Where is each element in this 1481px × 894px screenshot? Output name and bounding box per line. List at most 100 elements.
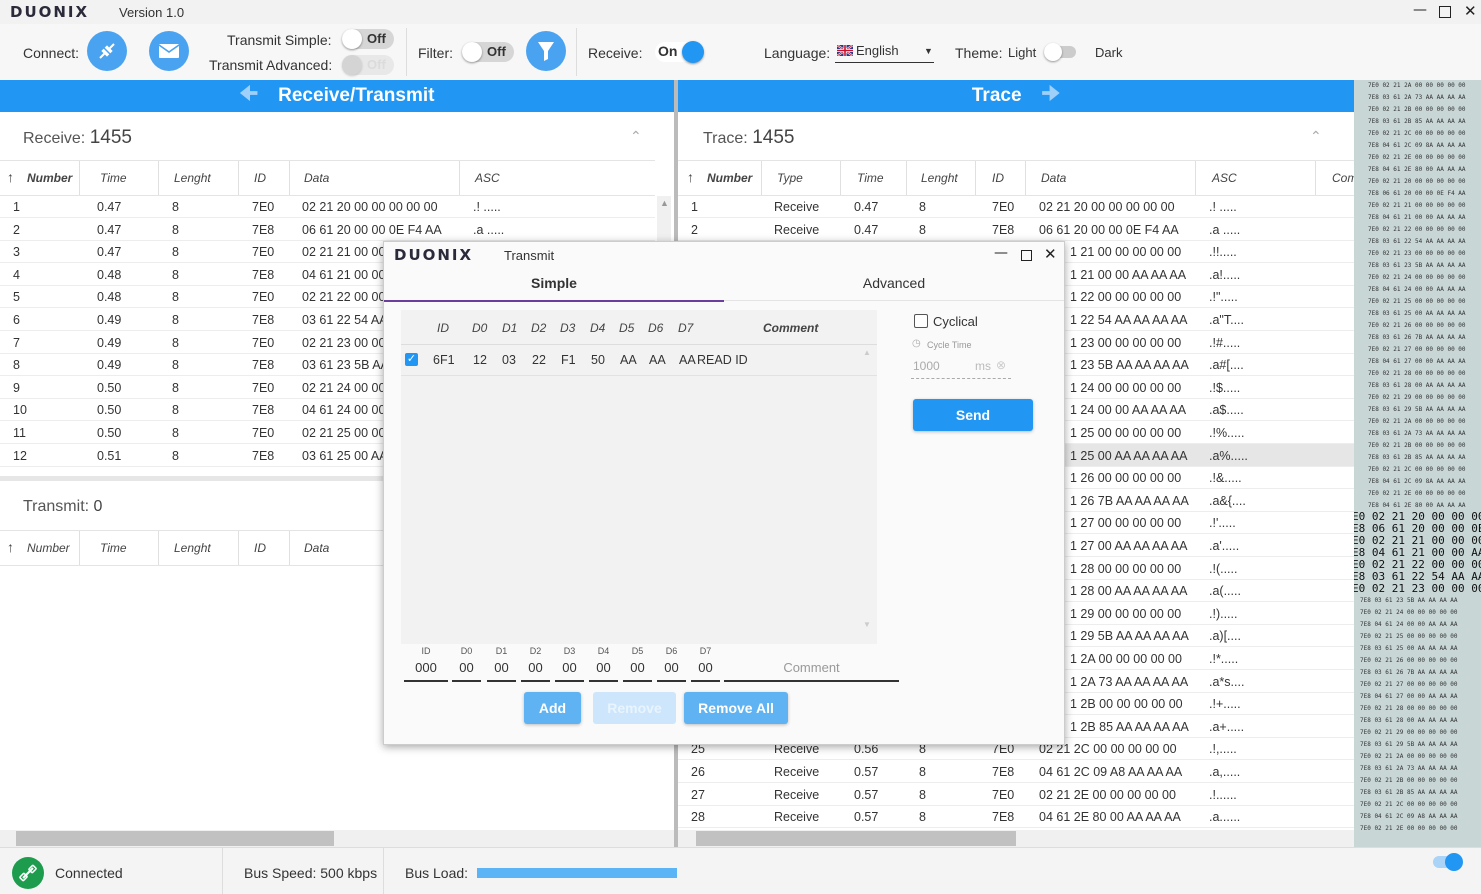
sort-arrow-up-icon[interactable]: ↑ bbox=[7, 169, 14, 185]
sort-arrow-up-icon[interactable]: ↑ bbox=[7, 539, 14, 555]
table-row[interactable]: 2 0.47 8 7E8 06 61 20 00 00 0E F4 AA .a ..... bbox=[0, 218, 655, 241]
add-button[interactable]: Add bbox=[524, 692, 581, 724]
col-type[interactable]: Type bbox=[777, 171, 803, 185]
scroll-thumb[interactable] bbox=[16, 831, 334, 846]
scroll-up-icon[interactable]: ▲ bbox=[660, 198, 669, 208]
clear-icon[interactable]: ⊗ bbox=[996, 358, 1006, 372]
row-checkbox[interactable]: ✓ bbox=[405, 353, 418, 366]
hex-line: 7E0 02 21 2A 00 00 00 00 00 bbox=[1368, 82, 1466, 89]
byte-input[interactable]: 00 bbox=[657, 660, 686, 682]
dialog-title: Transmit bbox=[504, 248, 555, 263]
theme-toggle[interactable] bbox=[1044, 43, 1076, 61]
cyclical-checkbox[interactable] bbox=[914, 314, 928, 328]
byte-input[interactable]: 000 bbox=[404, 660, 448, 682]
table-row[interactable]: 28 Receive 0.57 8 7E8 04 61 2E 80 00 AA AA AA… bbox=[678, 805, 1354, 829]
sort-arrow-up-icon[interactable]: ↑ bbox=[687, 169, 694, 185]
status-toggle[interactable] bbox=[1433, 853, 1463, 871]
arrow-left-icon[interactable]: 🠈 bbox=[240, 79, 259, 113]
transmit-advanced-toggle[interactable]: Off bbox=[342, 55, 394, 75]
col-data[interactable]: Data bbox=[304, 171, 329, 185]
table-row[interactable]: 27 Receive 0.57 8 7E0 02 21 2E 00 00 00 00 00… bbox=[678, 783, 1354, 806]
table-cell: .!"..... bbox=[1209, 290, 1238, 305]
byte-input[interactable]: 00 bbox=[555, 660, 584, 682]
hex-line: 7E0 02 21 27 00 00 00 00 00 bbox=[1368, 346, 1466, 353]
h-scrollbar-left[interactable] bbox=[0, 830, 674, 847]
byte-input[interactable]: 00 bbox=[623, 660, 652, 682]
table-cell: 02 21 22 00 00 bbox=[302, 290, 386, 305]
col-comment[interactable]: Com bbox=[1332, 171, 1354, 185]
table-cell: .!,..... bbox=[1209, 742, 1237, 757]
hex-line: 7E8 03 61 29 5B AA AA AA AA bbox=[1368, 406, 1466, 413]
tab-advanced[interactable]: Advanced bbox=[724, 270, 1064, 301]
col-length[interactable]: Lenght bbox=[174, 541, 211, 555]
collapse-icon[interactable]: ⌃ bbox=[630, 128, 642, 145]
minimize-icon[interactable]: — bbox=[1413, 2, 1427, 18]
message-list-header: ID D0 D1 D2 D3 D4 D5 D6 D7 Comment bbox=[401, 310, 877, 345]
col-number[interactable]: Number bbox=[27, 171, 72, 185]
cycle-time-input[interactable]: 1000 ms ⊗ bbox=[911, 356, 1011, 379]
transmit-simple-toggle[interactable]: Off bbox=[342, 29, 394, 49]
col-data[interactable]: Data bbox=[1041, 171, 1066, 185]
transmit-button[interactable] bbox=[149, 31, 189, 71]
table-row[interactable]: 1 Receive 0.47 8 7E0 02 21 20 00 00 00 00 00.… bbox=[678, 195, 1354, 218]
col-length[interactable]: Lenght bbox=[174, 171, 211, 185]
connect-button[interactable] bbox=[87, 31, 127, 71]
minimize-icon[interactable]: — bbox=[994, 245, 1008, 261]
col-asc[interactable]: ASC bbox=[475, 171, 500, 185]
close-icon[interactable]: ✕ bbox=[1464, 2, 1477, 20]
col-data[interactable]: Data bbox=[304, 541, 329, 555]
message-row[interactable]: ✓ 6F1 12 03 22 F1 50 AA AA AA READ ID bbox=[401, 345, 877, 376]
col-time[interactable]: Time bbox=[100, 171, 127, 185]
col-number[interactable]: Number bbox=[707, 171, 752, 185]
table-row[interactable]: 2 Receive 0.47 8 7E8 06 61 20 00 00 0E F4 AA.… bbox=[678, 218, 1354, 241]
receive-toggle[interactable]: On bbox=[655, 41, 705, 63]
table-row[interactable]: 1 0.47 8 7E0 02 21 20 00 00 00 00 00 .! ..... bbox=[0, 195, 655, 218]
table-cell: 8 bbox=[172, 313, 179, 327]
table-cell: 6 bbox=[13, 313, 20, 327]
col-id[interactable]: ID bbox=[992, 171, 1004, 185]
remove-button[interactable]: Remove bbox=[593, 692, 676, 724]
col-id[interactable]: ID bbox=[254, 171, 266, 185]
scroll-up-icon[interactable]: ▲ bbox=[863, 348, 871, 357]
col-d4: D4 bbox=[590, 321, 606, 335]
scroll-down-icon[interactable]: ▼ bbox=[863, 620, 871, 629]
col-length[interactable]: Lenght bbox=[921, 171, 958, 185]
hex-lines-bottom: 7E8 03 61 23 5B AA AA AA AA 7E0 02 21 24 … bbox=[1360, 595, 1458, 835]
send-button[interactable]: Send bbox=[913, 399, 1033, 431]
col-id[interactable]: ID bbox=[254, 541, 266, 555]
tab-simple[interactable]: Simple bbox=[384, 270, 724, 302]
table-cell: 8 bbox=[172, 245, 179, 260]
table-row[interactable]: 26 Receive 0.57 8 7E8 04 61 2C 09 A8 AA AA AA… bbox=[678, 760, 1354, 783]
col-asc[interactable]: ASC bbox=[1212, 171, 1237, 185]
remove-all-button[interactable]: Remove All bbox=[684, 692, 788, 724]
arrow-right-icon[interactable]: 🠊 bbox=[1042, 79, 1061, 113]
col-time[interactable]: Time bbox=[857, 171, 884, 185]
collapse-icon[interactable]: ⌃ bbox=[1310, 128, 1322, 145]
close-icon[interactable]: ✕ bbox=[1044, 245, 1057, 263]
col-time[interactable]: Time bbox=[100, 541, 127, 555]
table-cell: 1 bbox=[13, 200, 20, 214]
maximize-icon[interactable] bbox=[1439, 6, 1451, 18]
language-select[interactable]: English ▼ bbox=[835, 40, 934, 63]
table-cell: 0.47 bbox=[97, 222, 122, 237]
h-scrollbar-right[interactable] bbox=[678, 830, 1354, 847]
byte-input[interactable]: 00 bbox=[589, 660, 618, 682]
comment-input[interactable]: Comment bbox=[724, 660, 899, 682]
byte-input[interactable]: 00 bbox=[452, 660, 481, 682]
byte-input[interactable]: 00 bbox=[691, 660, 720, 682]
col-number[interactable]: Number bbox=[27, 541, 70, 555]
plug-icon bbox=[99, 43, 115, 59]
table-cell: 27 bbox=[691, 787, 705, 802]
byte-input[interactable]: 00 bbox=[521, 660, 550, 682]
filter-button[interactable] bbox=[526, 31, 566, 71]
maximize-icon[interactable] bbox=[1021, 250, 1032, 261]
scroll-thumb[interactable] bbox=[696, 831, 1016, 846]
table-cell: 11 bbox=[13, 426, 26, 440]
filter-toggle[interactable]: Off bbox=[462, 42, 514, 62]
table-cell: .!+..... bbox=[1209, 697, 1241, 712]
transmit-simple-label: Transmit Simple: bbox=[227, 32, 332, 48]
table-cell: 8 bbox=[172, 403, 179, 418]
byte-input[interactable]: 00 bbox=[487, 660, 516, 682]
table-cell: 1 bbox=[691, 200, 698, 214]
table-cell: 8 bbox=[919, 222, 926, 237]
